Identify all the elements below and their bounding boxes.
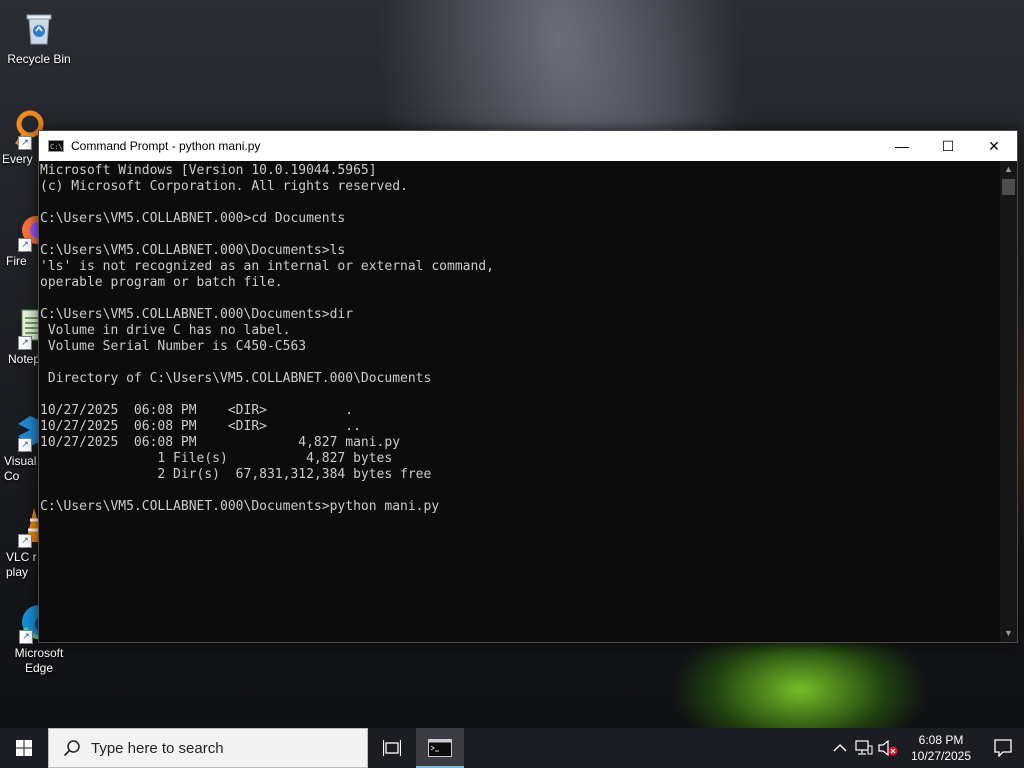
console-line: Volume in drive C has no label. bbox=[47, 323, 291, 338]
shortcut-arrow-icon: ↗ bbox=[18, 534, 32, 548]
console-line: (c) Microsoft Corporation. All rights re… bbox=[40, 179, 408, 194]
desktop-icon-recycle-bin[interactable]: Recycle Bin bbox=[1, 8, 77, 67]
system-tray: 6:08 PM 10/27/2025 bbox=[828, 728, 1024, 768]
shortcut-arrow-icon: ↗ bbox=[18, 438, 32, 452]
volume-button[interactable] bbox=[877, 740, 899, 756]
command-prompt-window[interactable]: C:\ Command Prompt - python mani.py — ☐ … bbox=[38, 130, 1018, 643]
console-line: 10/27/2025 06:08 PM <DIR> .. bbox=[40, 419, 361, 434]
window-title: Command Prompt - python mani.py bbox=[71, 139, 261, 153]
clock-date: 10/27/2025 bbox=[910, 749, 972, 763]
taskbar-search-box[interactable]: Type here to search bbox=[48, 728, 368, 768]
notification-icon bbox=[994, 739, 1012, 757]
task-view-icon bbox=[383, 740, 401, 756]
console-line: 2 Dir(s) 67,831,312,384 bytes free bbox=[157, 467, 432, 482]
clock-time: 6:08 PM bbox=[918, 733, 964, 747]
console-line: Microsoft Windows [Version 10.0.19044.59… bbox=[40, 163, 377, 178]
volume-muted-icon bbox=[878, 740, 898, 756]
console-text: Microsoft Windows [Version 10.0.19044.59… bbox=[39, 161, 999, 515]
show-hidden-icons-button[interactable] bbox=[829, 743, 851, 753]
desktop-icon-label: Microsoft Edge bbox=[14, 646, 64, 675]
shortcut-arrow-icon: ↗ bbox=[19, 630, 33, 644]
network-icon bbox=[855, 740, 873, 755]
console-line: C:\Users\VM5.COLLABNET.000\Documents>ls bbox=[40, 243, 346, 258]
console-line: Directory of C:\Users\VM5.COLLABNET.000\… bbox=[47, 371, 432, 386]
taskbar: Type here to search 6:08 PM 10/27/2025 bbox=[0, 728, 1024, 768]
console-line: 'ls' is not recognized as an internal or… bbox=[40, 259, 494, 274]
command-prompt-icon bbox=[428, 739, 452, 757]
console-line: 10/27/2025 06:08 PM <DIR> . bbox=[40, 403, 354, 418]
scroll-down-arrow-icon[interactable]: ▼ bbox=[1000, 625, 1017, 642]
windows-logo-icon bbox=[16, 740, 32, 756]
scrollbar-thumb[interactable] bbox=[1002, 179, 1015, 195]
shortcut-arrow-icon: ↗ bbox=[18, 136, 32, 150]
network-button[interactable] bbox=[853, 740, 875, 756]
cmd-app-icon: C:\ bbox=[48, 140, 64, 152]
shortcut-arrow-icon: ↗ bbox=[18, 238, 32, 252]
scroll-up-arrow-icon[interactable]: ▲ bbox=[1000, 161, 1017, 178]
console-line: C:\Users\VM5.COLLABNET.000\Documents>dir bbox=[40, 307, 354, 322]
task-view-button[interactable] bbox=[368, 728, 416, 768]
desktop-icon-label: Recycle Bin bbox=[7, 52, 71, 66]
close-button[interactable]: ✕ bbox=[971, 131, 1017, 161]
console-line: 1 File(s) 4,827 bytes bbox=[157, 451, 393, 466]
search-placeholder: Type here to search bbox=[91, 739, 224, 757]
console-line: Volume Serial Number is C450-C563 bbox=[47, 339, 307, 354]
console-output[interactable]: Microsoft Windows [Version 10.0.19044.59… bbox=[39, 161, 999, 642]
window-titlebar[interactable]: C:\ Command Prompt - python mani.py — ☐ … bbox=[39, 131, 1017, 161]
taskbar-command-prompt[interactable] bbox=[416, 728, 464, 768]
console-line: C:\Users\VM5.COLLABNET.000>cd Documents bbox=[40, 211, 346, 226]
maximize-button[interactable]: ☐ bbox=[925, 131, 971, 161]
start-button[interactable] bbox=[0, 728, 48, 768]
search-icon bbox=[63, 740, 80, 757]
taskbar-clock[interactable]: 6:08 PM 10/27/2025 bbox=[906, 732, 976, 764]
console-line: C:\Users\VM5.COLLABNET.000\Documents>pyt… bbox=[40, 499, 440, 514]
console-line: 10/27/2025 06:08 PM 4,827 mani.py bbox=[40, 435, 401, 450]
shortcut-arrow-icon: ↗ bbox=[18, 336, 32, 350]
minimize-button[interactable]: — bbox=[879, 131, 925, 161]
vertical-scrollbar[interactable]: ▲ ▼ bbox=[1000, 161, 1017, 642]
console-line: operable program or batch file. bbox=[40, 275, 283, 290]
chevron-up-icon bbox=[833, 744, 847, 752]
action-center-button[interactable] bbox=[982, 739, 1024, 757]
recycle-bin-icon bbox=[19, 8, 59, 48]
